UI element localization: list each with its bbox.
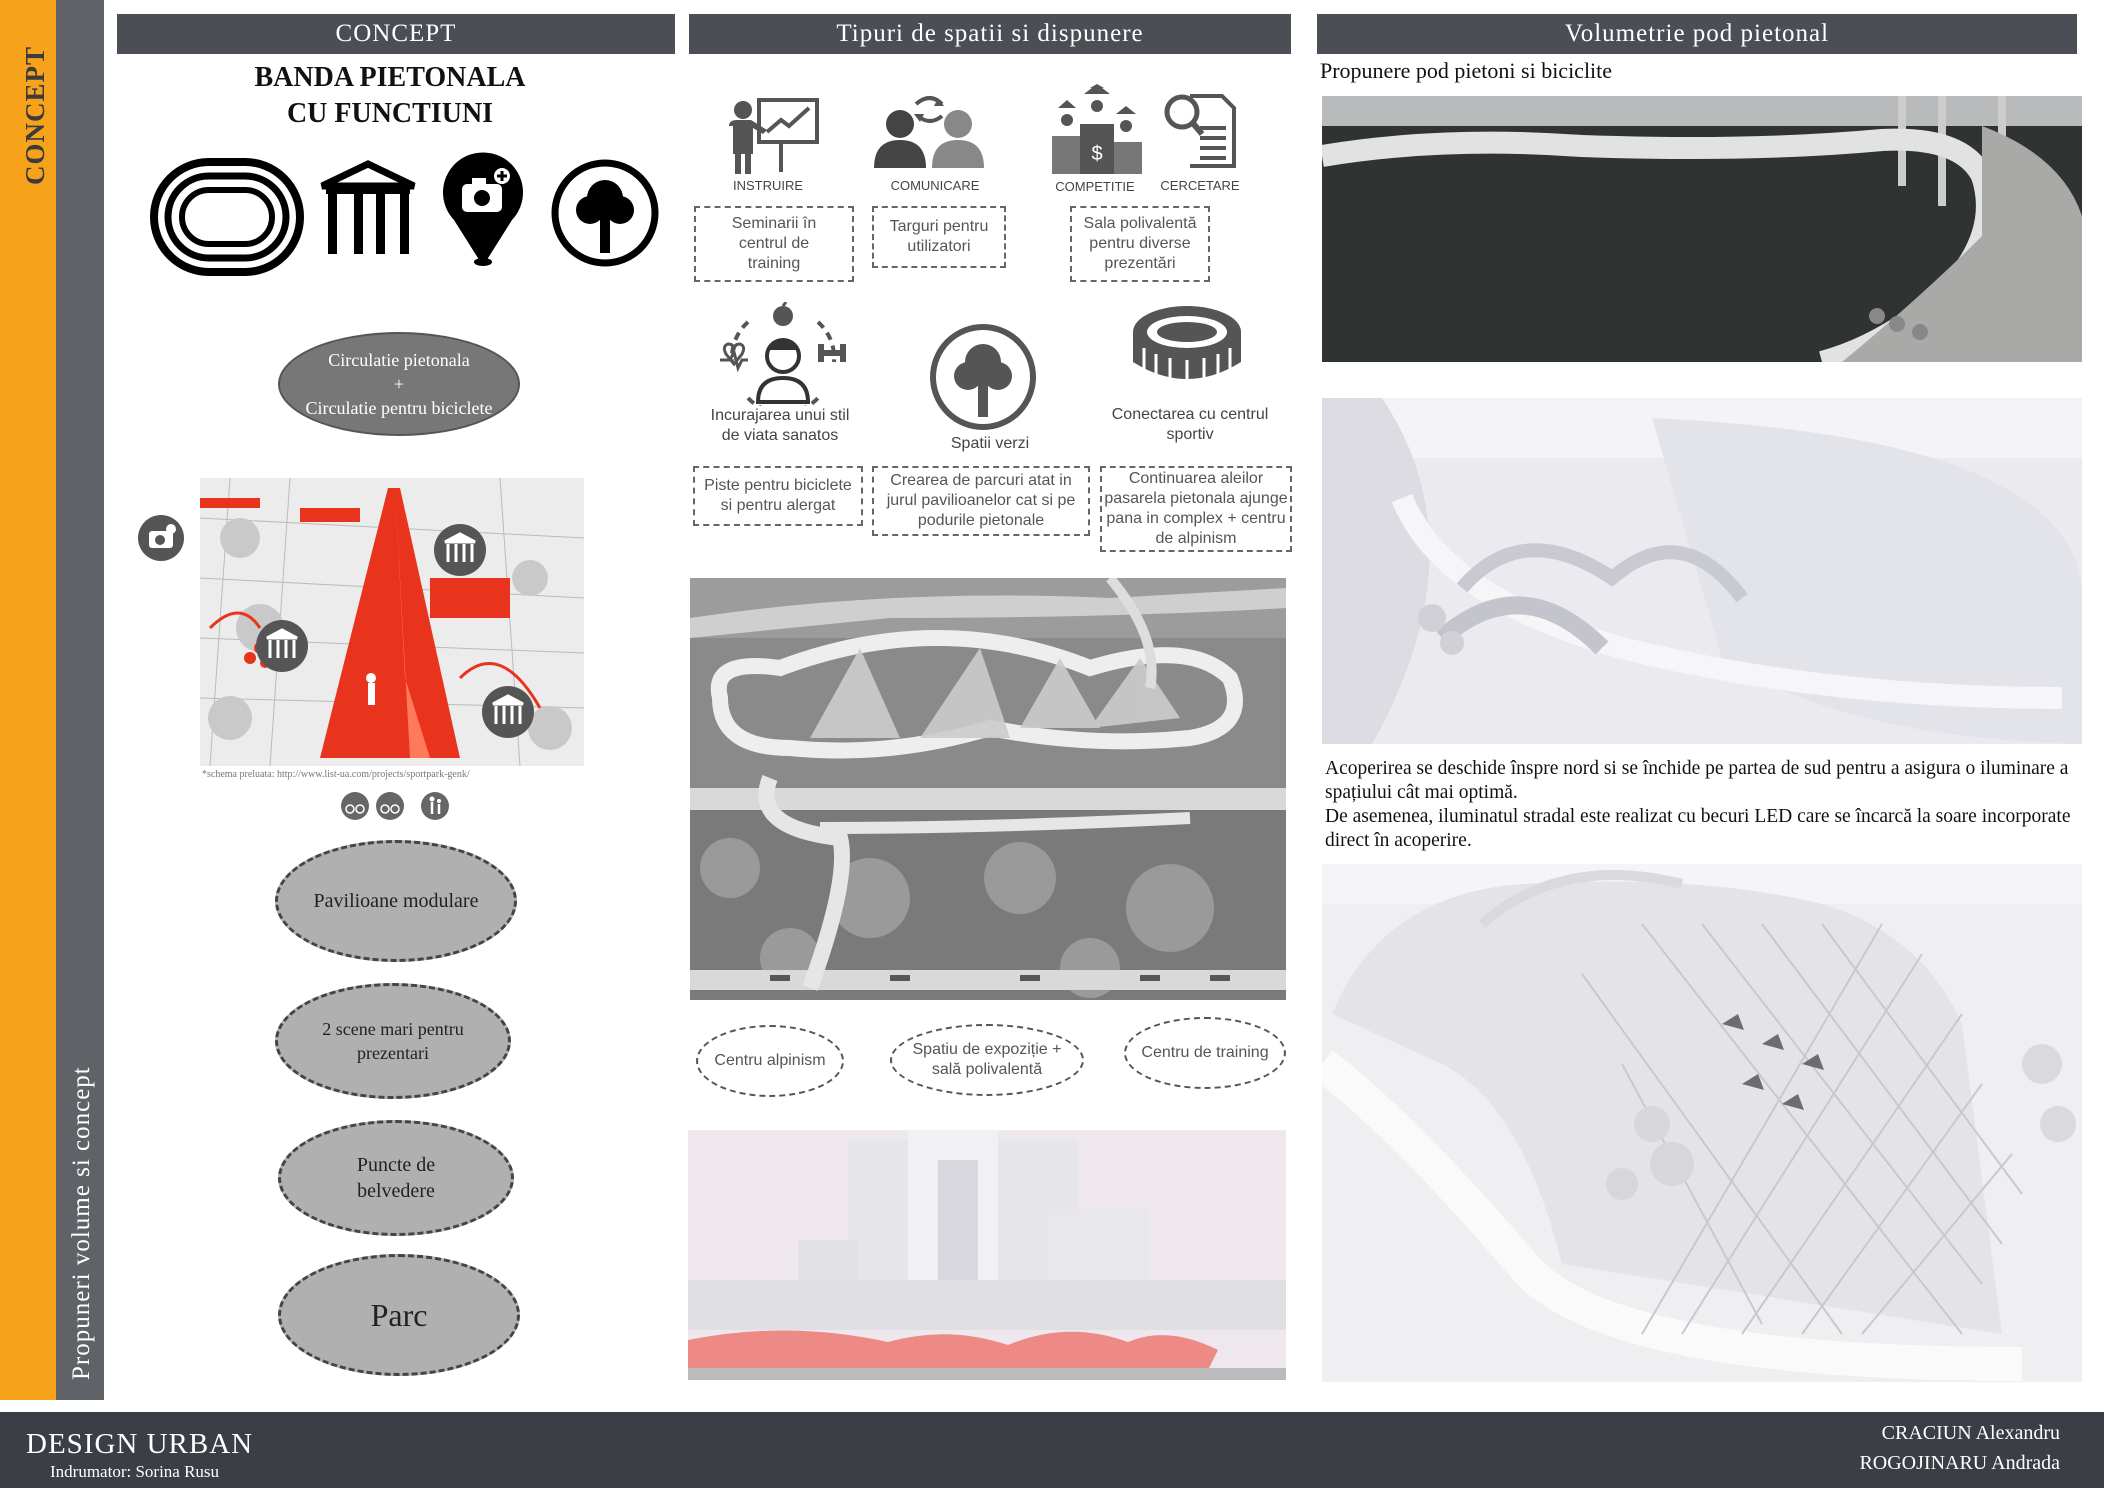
ellipse-centru-alpinism: Centru alpinism — [696, 1025, 844, 1097]
bridge-render-2-image — [1322, 398, 2082, 744]
title-line-1: BANDA PIETONALA — [254, 62, 526, 93]
box-alei: Continuarea aleilor pasarela pietonala a… — [1100, 466, 1292, 552]
healthy-lifestyle-icon — [720, 302, 846, 406]
circulatie-plus: + — [393, 374, 405, 394]
footer-bar — [0, 1412, 2104, 1488]
stadium-icon — [1133, 306, 1241, 386]
footer-indrumator: Indrumator: Sorina Rusu — [50, 1462, 220, 1481]
icon-label-comunicare: COMUNICARE — [890, 178, 980, 193]
box-parcuri: Crearea de parcuri atat in jurul pavilio… — [872, 466, 1090, 536]
box-piste: Piste pentru biciclete si pentru alergat — [693, 466, 863, 526]
research-icon — [1164, 94, 1236, 168]
col3-para-1: Acoperirea se deschide înspre nord si se… — [1325, 758, 2069, 803]
box-seminarii: Seminarii în centrul de training — [694, 206, 854, 282]
pavilion-icon — [320, 160, 416, 254]
footer-author-2: ROGOJINARU Andrada — [1859, 1452, 2060, 1474]
bike-pedestrian-icons — [341, 792, 449, 820]
col3-subtitle: Propunere pod pietoni si biciclite — [1320, 58, 1613, 83]
label-stil-viata: Incurajarea unui stil de viata sanatos — [710, 407, 850, 444]
propuneri-vertical-label: Propuneri volume si concept — [68, 1066, 95, 1380]
col3-para-2: De asemenea, iluminatul stradal este rea… — [1325, 806, 2071, 851]
svg-text:$: $ — [1091, 143, 1102, 165]
icon-label-competitie: COMPETITIE — [1055, 179, 1135, 194]
elevation-render-image — [688, 1130, 1286, 1380]
sidebar-orange-strip — [0, 0, 56, 1400]
communication-icon — [874, 96, 984, 168]
box-targuri: Targuri pentru utilizatori — [872, 206, 1006, 268]
ellipse-belvedere: Puncte de belvedere — [278, 1120, 514, 1236]
red-path-schema-image — [200, 478, 584, 766]
col1-title: BANDA PIETONALA CU FUNCTIUNI — [150, 60, 630, 132]
ellipse-scene: 2 scene mari pentru prezentari — [275, 983, 511, 1099]
ellipse-centru-training: Centru de training — [1124, 1017, 1286, 1089]
concept-vertical-label: CONCEPT — [20, 45, 50, 185]
circulatie-line-2: Circulatie pentru biciclete — [305, 398, 493, 418]
site-plan-image — [690, 578, 1286, 1000]
tree-circle-icon — [551, 159, 659, 267]
box-sala: Sala polivalentă pentru diverse prezentă… — [1070, 206, 1210, 282]
col3-header: Volumetrie pod pietonal — [1317, 14, 2077, 54]
col3-paragraph: Acoperirea se deschide înspre nord si se… — [1325, 757, 2085, 853]
camera-location-icon — [443, 152, 523, 266]
ellipse-spatiu-expozitie: Spatiu de expoziție + sală polivalentă — [890, 1024, 1084, 1096]
label-spatii-verzi: Spatii verzi — [950, 435, 1030, 452]
bridge-render-1-image — [1322, 96, 2082, 362]
camera-icon — [138, 515, 184, 561]
tree-icon — [930, 324, 1036, 430]
ellipse-pavilioane: Pavilioane modulare — [275, 840, 517, 962]
circulatie-line-1: Circulatie pietonala — [328, 350, 470, 370]
col2-header: Tipuri de spatii si dispunere — [689, 14, 1291, 54]
footer-author-1: CRACIUN Alexandru — [1881, 1422, 2060, 1444]
podium-icon: $ — [1052, 84, 1142, 174]
col1-header: CONCEPT — [117, 14, 675, 54]
title-line-2: CU FUNCTIUNI — [286, 98, 494, 129]
circulatie-ellipse: Circulatie pietonala + Circulatie pentru… — [278, 332, 520, 436]
ellipse-parc: Parc — [278, 1254, 520, 1376]
footer-title: DESIGN URBAN — [26, 1428, 254, 1460]
schema-caption: *schema preluata: http://www.list-ua.com… — [202, 769, 470, 780]
bridge-render-3-image — [1322, 864, 2082, 1382]
icon-label-cercetare: CERCETARE — [1160, 178, 1240, 193]
icon-label-instruire: INSTRUIRE — [732, 178, 804, 193]
presentation-icon — [729, 98, 819, 174]
running-track-icon — [150, 158, 304, 276]
label-conectarea: Conectarea cu centrul sportiv — [1111, 406, 1269, 443]
